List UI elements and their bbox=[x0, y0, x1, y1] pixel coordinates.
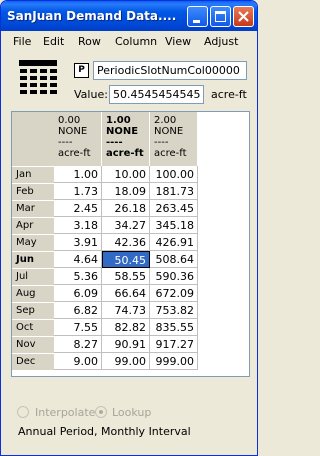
menu-item-file[interactable]: File bbox=[13, 35, 31, 48]
plot-button[interactable]: P bbox=[74, 63, 89, 78]
data-table[interactable]: 0.00 NONE ---- acre-ft 1.00 NONE ---- acre-ft 2.… bbox=[11, 111, 250, 377]
row-header[interactable]: Aug bbox=[12, 285, 54, 302]
table-cell[interactable]: 590.36 bbox=[150, 268, 198, 285]
table-cell[interactable]: 835.55 bbox=[150, 319, 198, 336]
column-header-none: NONE bbox=[106, 126, 139, 137]
table-cell[interactable]: 7.55 bbox=[54, 319, 102, 336]
table-cell[interactable]: 3.18 bbox=[54, 217, 102, 234]
row-header[interactable]: Nov bbox=[12, 336, 54, 353]
table-cell[interactable]: 4.64 bbox=[54, 251, 102, 268]
menu-bar: File Edit Row Column View Adjust bbox=[1, 32, 257, 51]
window-title: SanJuan Demand Data.... bbox=[7, 9, 177, 23]
column-header-none: NONE bbox=[58, 126, 88, 137]
selected-cell[interactable]: 50.45 bbox=[102, 251, 150, 268]
menu-item-edit[interactable]: Edit bbox=[43, 35, 64, 48]
table-cell[interactable]: 66.64 bbox=[102, 285, 150, 302]
table-cell[interactable]: 6.09 bbox=[54, 285, 102, 302]
column-header[interactable]: 2.00 NONE ---- acre-ft bbox=[150, 112, 198, 166]
row-header[interactable]: Oct bbox=[12, 319, 54, 336]
status-text: Annual Period, Monthly Interval bbox=[18, 425, 191, 438]
table-cell[interactable]: 100.00 bbox=[150, 166, 198, 183]
column-header-none: NONE bbox=[154, 126, 184, 137]
table-cell[interactable]: 10.00 bbox=[102, 166, 150, 183]
table-cell[interactable]: 82.82 bbox=[102, 319, 150, 336]
slot-name-field[interactable]: PeriodicSlotNumCol00000 bbox=[93, 61, 247, 80]
row-header[interactable]: Jan bbox=[12, 166, 54, 183]
table-cell[interactable]: 426.91 bbox=[150, 234, 198, 251]
column-header-value: 1.00 bbox=[106, 115, 131, 126]
table-cell[interactable]: 672.09 bbox=[150, 285, 198, 302]
table-cell[interactable]: 8.27 bbox=[54, 336, 102, 353]
title-bar[interactable]: SanJuan Demand Data.... bbox=[1, 1, 257, 31]
table-cell[interactable]: 508.64 bbox=[150, 251, 198, 268]
slot-window: SanJuan Demand Data.... File Edit Row Colum… bbox=[0, 0, 258, 456]
column-header-units: acre-ft bbox=[106, 148, 144, 159]
close-button[interactable] bbox=[233, 6, 254, 27]
table-cell[interactable]: 9.00 bbox=[54, 353, 102, 370]
minimize-icon bbox=[193, 20, 200, 23]
table-cell[interactable]: 753.82 bbox=[150, 302, 198, 319]
table-cell[interactable]: 263.45 bbox=[150, 200, 198, 217]
row-header[interactable]: Apr bbox=[12, 217, 54, 234]
maximize-icon bbox=[215, 11, 226, 22]
table-cell[interactable]: 6.82 bbox=[54, 302, 102, 319]
interpolate-radio[interactable] bbox=[17, 406, 29, 418]
row-header[interactable]: May bbox=[12, 234, 54, 251]
table-cell[interactable]: 18.09 bbox=[102, 183, 150, 200]
table-cell[interactable]: 2.45 bbox=[54, 200, 102, 217]
table-cell[interactable]: 99.00 bbox=[102, 353, 150, 370]
menu-item-column[interactable]: Column bbox=[115, 35, 157, 48]
table-cell[interactable]: 42.36 bbox=[102, 234, 150, 251]
table-cell[interactable]: 1.73 bbox=[54, 183, 102, 200]
column-header-dash: ---- bbox=[58, 137, 73, 148]
column-header-value: 0.00 bbox=[58, 115, 81, 126]
row-header[interactable]: Mar bbox=[12, 200, 54, 217]
column-header-dash: ---- bbox=[106, 137, 123, 148]
column-header[interactable]: 0.00 NONE ---- acre-ft bbox=[54, 112, 102, 166]
table-cell[interactable]: 5.36 bbox=[54, 268, 102, 285]
value-field[interactable]: 50.4545454545 bbox=[109, 85, 204, 104]
table-cell[interactable]: 181.73 bbox=[150, 183, 198, 200]
table-icon bbox=[19, 60, 57, 94]
table-cell[interactable]: 58.55 bbox=[102, 268, 150, 285]
menu-item-adjust[interactable]: Adjust bbox=[204, 35, 238, 48]
table-cell[interactable]: 34.27 bbox=[102, 217, 150, 234]
table-cell[interactable]: 999.00 bbox=[150, 353, 198, 370]
row-header[interactable]: Jun bbox=[12, 251, 54, 268]
table-cell[interactable]: 917.27 bbox=[150, 336, 198, 353]
menu-item-view[interactable]: View bbox=[165, 35, 191, 48]
lookup-radio[interactable] bbox=[95, 406, 107, 418]
interpolate-label: Interpolate bbox=[35, 406, 96, 419]
menu-item-row[interactable]: Row bbox=[78, 35, 101, 48]
column-header-value: 2.00 bbox=[154, 115, 177, 126]
value-units: acre-ft bbox=[211, 88, 247, 101]
table-cell[interactable]: 1.00 bbox=[54, 166, 102, 183]
table-cell[interactable]: 345.18 bbox=[150, 217, 198, 234]
column-header[interactable]: 1.00 NONE ---- acre-ft bbox=[102, 112, 150, 166]
table-cell[interactable]: 90.91 bbox=[102, 336, 150, 353]
column-header-units: acre-ft bbox=[154, 148, 187, 159]
minimize-button[interactable] bbox=[187, 6, 208, 27]
maximize-button[interactable] bbox=[210, 6, 231, 27]
table-cell[interactable]: 74.73 bbox=[102, 302, 150, 319]
table-cell[interactable]: 26.18 bbox=[102, 200, 150, 217]
value-label: Value: bbox=[74, 88, 108, 101]
close-icon bbox=[238, 11, 249, 22]
lookup-label: Lookup bbox=[112, 406, 152, 419]
row-header[interactable]: Dec bbox=[12, 353, 54, 370]
row-header[interactable]: Jul bbox=[12, 268, 54, 285]
row-header[interactable]: Sep bbox=[12, 302, 54, 319]
row-header[interactable]: Feb bbox=[12, 183, 54, 200]
column-header-dash: ---- bbox=[154, 137, 169, 148]
column-header-units: acre-ft bbox=[58, 148, 91, 159]
table-cell[interactable]: 3.91 bbox=[54, 234, 102, 251]
table-corner bbox=[12, 112, 54, 166]
